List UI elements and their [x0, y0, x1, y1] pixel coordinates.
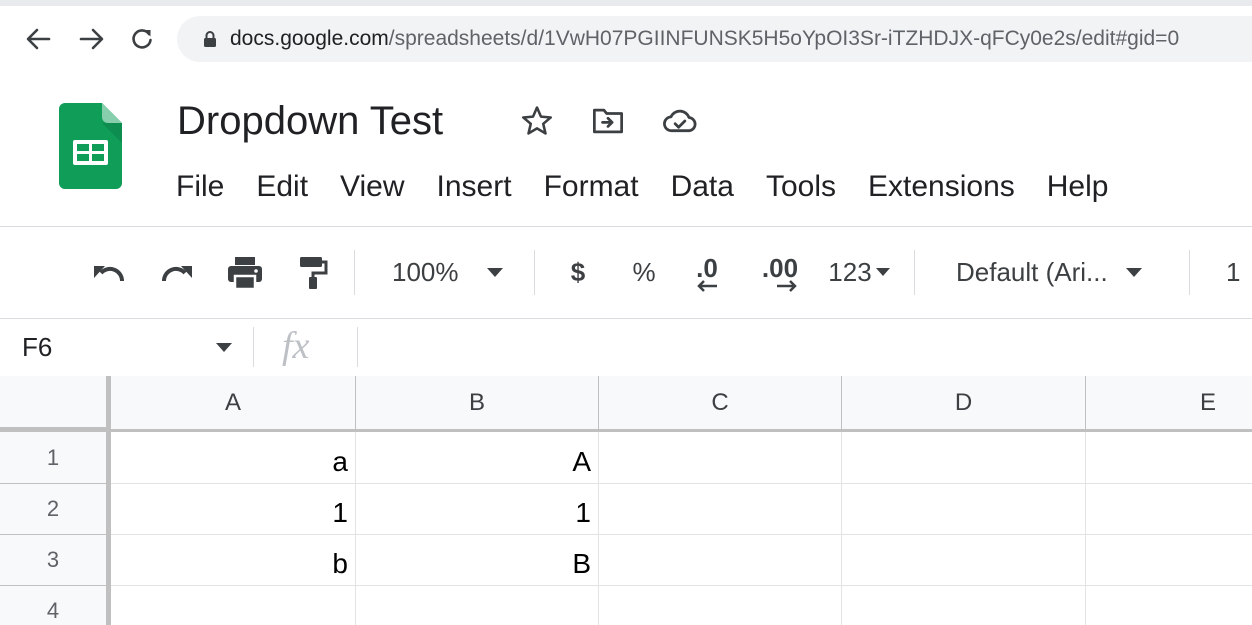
chevron-down-icon	[486, 267, 503, 277]
url-path: /spreadsheets/d/1VwH07PGIINFUNSK5H5oYpOI…	[388, 27, 1180, 50]
row-header-3[interactable]: 3	[0, 535, 111, 586]
select-all-corner[interactable]	[0, 376, 111, 432]
menu-tools[interactable]: Tools	[750, 166, 852, 208]
column-header-e[interactable]: E	[1086, 376, 1252, 432]
menu-help[interactable]: Help	[1031, 166, 1125, 208]
formula-bar-separator	[357, 327, 358, 367]
cell-e1[interactable]	[1086, 432, 1252, 484]
column-header-c[interactable]: C	[599, 376, 842, 432]
menu-view[interactable]: View	[324, 166, 420, 208]
formula-bar: F6 fx	[0, 318, 1252, 377]
url-text: docs.google.com/spreadsheets/d/1VwH07PGI…	[230, 27, 1179, 51]
font-size-label: 1	[1226, 257, 1241, 287]
cell-e3[interactable]	[1086, 535, 1252, 586]
fx-icon: fx	[282, 325, 310, 367]
currency-format-button[interactable]: $	[558, 245, 598, 300]
name-box[interactable]: F6	[0, 319, 250, 376]
row-header-1[interactable]: 1	[0, 432, 111, 484]
formula-input[interactable]	[370, 319, 1250, 376]
font-select[interactable]: Default (Ari...	[934, 245, 1174, 300]
cell-b4[interactable]	[356, 586, 599, 625]
toolbar: 100% $ % .0 .00 123 Default (Ari... 1	[0, 245, 1252, 300]
cell-c3[interactable]	[599, 535, 842, 586]
redo-icon[interactable]	[154, 245, 200, 300]
google-sheets-logo[interactable]	[59, 103, 122, 189]
menu-edit[interactable]: Edit	[240, 166, 324, 208]
menu-bar: File Edit View Insert Format Data Tools …	[160, 166, 1124, 208]
toolbar-separator	[354, 250, 355, 295]
cloud-status-icon[interactable]	[662, 103, 698, 139]
column-header-d[interactable]: D	[842, 376, 1086, 432]
arrow-left-icon	[697, 279, 717, 292]
row-header-4[interactable]: 4	[0, 586, 111, 625]
back-arrow-icon[interactable]	[21, 22, 55, 56]
toolbar-separator	[1189, 250, 1190, 295]
menu-extensions[interactable]: Extensions	[852, 166, 1031, 208]
cell-a1[interactable]: a	[111, 432, 356, 484]
cell-a3[interactable]: b	[111, 535, 356, 586]
font-label: Default (Ari...	[956, 257, 1108, 287]
cell-e4[interactable]	[1086, 586, 1252, 625]
cell-a2[interactable]: 1	[111, 484, 356, 535]
number-format-select[interactable]: 123	[818, 245, 900, 300]
formula-bar-separator	[253, 327, 254, 367]
column-header-a[interactable]: A	[111, 376, 356, 432]
forward-arrow-icon[interactable]	[75, 22, 109, 56]
decrease-decimal-label: .0	[696, 252, 718, 283]
cell-b1[interactable]: A	[356, 432, 599, 484]
name-box-value: F6	[22, 332, 53, 362]
number-format-label: 123	[828, 257, 872, 287]
url-host: docs.google.com	[230, 27, 389, 50]
star-icon[interactable]	[519, 103, 555, 139]
chevron-down-icon	[1125, 267, 1142, 277]
move-to-folder-icon[interactable]	[590, 103, 626, 139]
browser-bar: docs.google.com/spreadsheets/d/1VwH07PGI…	[0, 0, 1252, 78]
header-divider	[0, 226, 1252, 227]
column-header-b[interactable]: B	[356, 376, 599, 432]
zoom-value: 100%	[392, 257, 459, 287]
cell-e2[interactable]	[1086, 484, 1252, 535]
font-size-select[interactable]: 1	[1222, 245, 1252, 300]
paint-format-icon[interactable]	[290, 245, 336, 300]
increase-decimal-button[interactable]: .00	[750, 245, 810, 300]
cell-d1[interactable]	[842, 432, 1086, 484]
cell-a4[interactable]	[111, 586, 356, 625]
row-header-2[interactable]: 2	[0, 484, 111, 535]
reload-icon[interactable]	[125, 22, 159, 56]
percent-label: %	[632, 257, 656, 287]
cell-d2[interactable]	[842, 484, 1086, 535]
address-bar[interactable]: docs.google.com/spreadsheets/d/1VwH07PGI…	[177, 16, 1252, 62]
cell-b3[interactable]: B	[356, 535, 599, 586]
zoom-select[interactable]: 100%	[372, 245, 522, 300]
cell-c2[interactable]	[599, 484, 842, 535]
lock-icon	[199, 30, 221, 48]
menu-insert[interactable]: Insert	[421, 166, 528, 208]
currency-label: $	[570, 257, 586, 287]
chevron-down-icon[interactable]	[216, 343, 232, 353]
percent-format-button[interactable]: %	[624, 245, 664, 300]
cell-d3[interactable]	[842, 535, 1086, 586]
spreadsheet-grid: A B C D E 1 2 3 4 a A 1 1 b B	[0, 376, 1252, 625]
arrow-right-icon	[777, 279, 797, 292]
toolbar-separator	[914, 250, 915, 295]
menu-data[interactable]: Data	[655, 166, 750, 208]
chevron-down-icon	[875, 268, 890, 276]
cell-c4[interactable]	[599, 586, 842, 625]
document-title[interactable]: Dropdown Test	[177, 99, 443, 144]
increase-decimal-label: .00	[761, 252, 799, 283]
decrease-decimal-button[interactable]: .0	[682, 245, 732, 300]
menu-file[interactable]: File	[160, 166, 240, 208]
menu-format[interactable]: Format	[528, 166, 655, 208]
cell-b2[interactable]: 1	[356, 484, 599, 535]
cell-c1[interactable]	[599, 432, 842, 484]
toolbar-separator	[534, 250, 535, 295]
browser-top-edge	[0, 0, 1252, 6]
undo-icon[interactable]	[86, 245, 132, 300]
print-icon[interactable]	[222, 245, 268, 300]
cell-d4[interactable]	[842, 586, 1086, 625]
